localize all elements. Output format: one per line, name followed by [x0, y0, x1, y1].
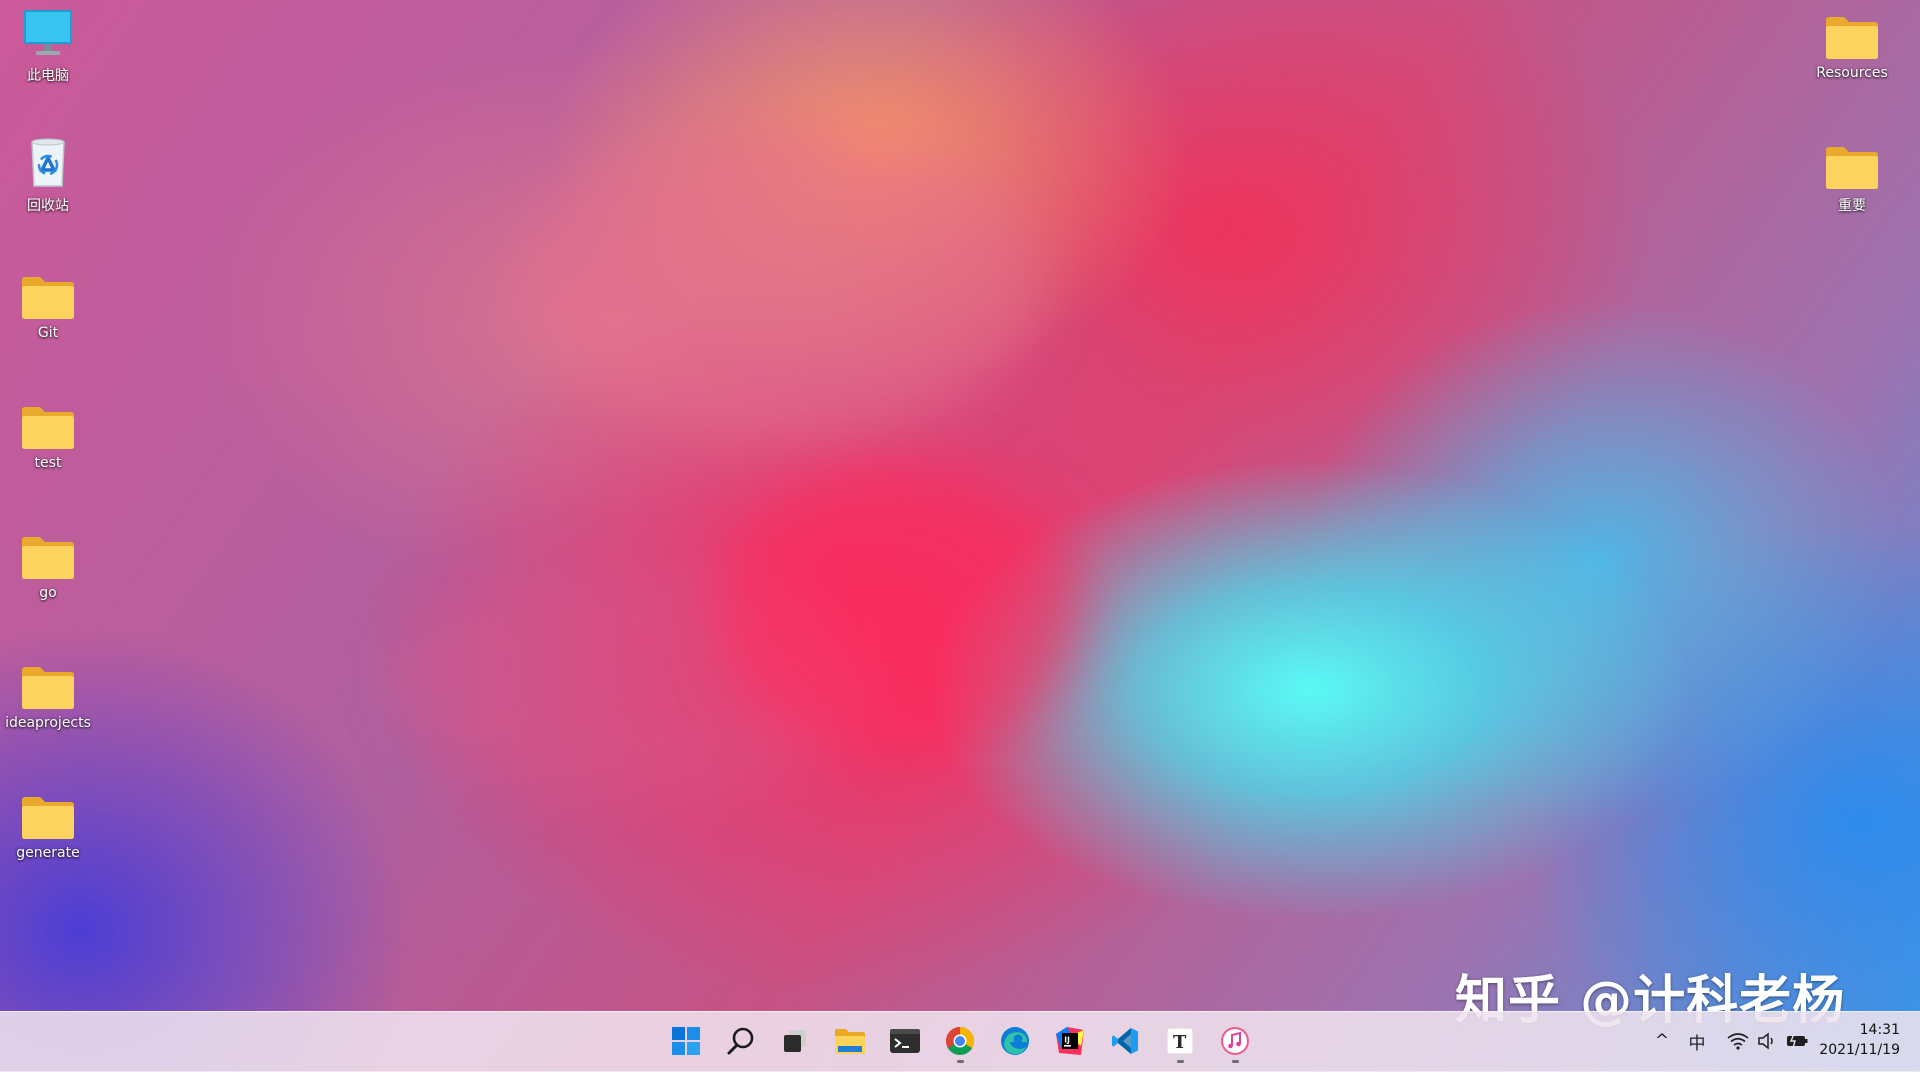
desktop-icon-label: generate [16, 845, 80, 861]
wallpaper-swirl [720, 460, 1080, 760]
file-explorer-icon [835, 1029, 865, 1054]
file-explorer-button[interactable] [827, 1018, 873, 1064]
typora-icon: T [1166, 1027, 1194, 1055]
task-view-button[interactable] [772, 1018, 818, 1064]
folder-icon [1822, 2, 1882, 60]
terminal-icon [890, 1029, 920, 1053]
itunes-icon [1221, 1027, 1249, 1055]
desktop-icon-folder-go[interactable]: go [0, 522, 96, 632]
clock[interactable]: 14:31 2021/11/19 [1810, 1020, 1900, 1060]
chevron-up-icon: ^ [1654, 1031, 1670, 1051]
running-indicator [957, 1060, 964, 1063]
search-icon [727, 1027, 754, 1055]
clock-time: 14:31 [1859, 1022, 1900, 1038]
desktop-icon-this-pc[interactable]: 此电脑 [0, 2, 96, 112]
running-indicator [1232, 1060, 1239, 1063]
desktop-wallpaper [0, 0, 1920, 1071]
wifi-button[interactable] [1725, 1028, 1751, 1054]
desktop-icon-label: 回收站 [27, 198, 69, 214]
folder-icon [18, 652, 78, 710]
desktop-icon-recycle-bin[interactable]: 回收站 [0, 132, 96, 242]
typora-button[interactable]: T [1157, 1018, 1203, 1064]
volume-icon [1758, 1032, 1773, 1050]
folder-icon [18, 782, 78, 840]
wallpaper-swirl [520, 120, 1040, 440]
input-method-button[interactable]: 中 [1684, 1028, 1710, 1054]
edge-button[interactable] [992, 1018, 1038, 1064]
clock-date: 2021/11/19 [1819, 1042, 1900, 1058]
desktop-icon-label: ideaprojects [5, 715, 91, 731]
desktop-icon-folder-git[interactable]: Git [0, 262, 96, 372]
ime-label: 中 [1688, 1033, 1706, 1054]
volume-button[interactable] [1754, 1028, 1780, 1054]
intellij-idea-icon: IJ [1056, 1027, 1084, 1055]
desktop-icon-folder-generate[interactable]: generate [0, 782, 96, 892]
folder-icon [18, 262, 78, 320]
intellij-button[interactable]: IJ [1047, 1018, 1093, 1064]
running-indicator [1177, 1060, 1184, 1063]
desktop-icon-label: Resources [1816, 65, 1888, 81]
vscode-button[interactable] [1102, 1018, 1148, 1064]
desktop-icon-folder-resources[interactable]: Resources [1804, 2, 1900, 112]
task-view-icon [784, 1030, 806, 1052]
wifi-icon [1727, 1033, 1749, 1050]
desktop-icon-folder-ideaprojects[interactable]: ideaprojects [0, 652, 96, 762]
terminal-button[interactable] [882, 1018, 928, 1064]
desktop-icon-label: 重要 [1838, 198, 1866, 214]
computer-monitor-icon [18, 2, 78, 60]
search-button[interactable] [718, 1018, 764, 1064]
windows-start-icon [672, 1027, 700, 1055]
folder-icon [18, 522, 78, 580]
svg-text:IJ: IJ [1064, 1036, 1070, 1045]
battery-icon [1787, 1033, 1808, 1049]
taskbar: IJ T ^ 中 14:31 2021/11/19 [0, 1011, 1920, 1072]
edge-icon [1001, 1027, 1029, 1055]
vscode-icon [1112, 1028, 1138, 1054]
chrome-icon [946, 1027, 974, 1055]
desktop-icon-label: Git [37, 325, 59, 341]
show-hidden-icons-button[interactable]: ^ [1649, 1028, 1675, 1054]
desktop-icon-folder-important[interactable]: 重要 [1804, 132, 1900, 242]
itunes-button[interactable] [1212, 1018, 1258, 1064]
svg-text:T: T [1173, 1032, 1187, 1053]
folder-icon [1822, 132, 1882, 190]
desktop-icon-label: 此电脑 [27, 68, 69, 84]
chrome-button[interactable] [937, 1018, 983, 1064]
folder-icon [18, 392, 78, 450]
recycle-bin-icon [18, 132, 78, 190]
desktop-icon-label: test [34, 455, 62, 471]
battery-button[interactable] [1784, 1028, 1810, 1054]
desktop-icon-label: go [39, 585, 57, 601]
start-button[interactable] [663, 1018, 709, 1064]
desktop-icon-folder-test[interactable]: test [0, 392, 96, 502]
